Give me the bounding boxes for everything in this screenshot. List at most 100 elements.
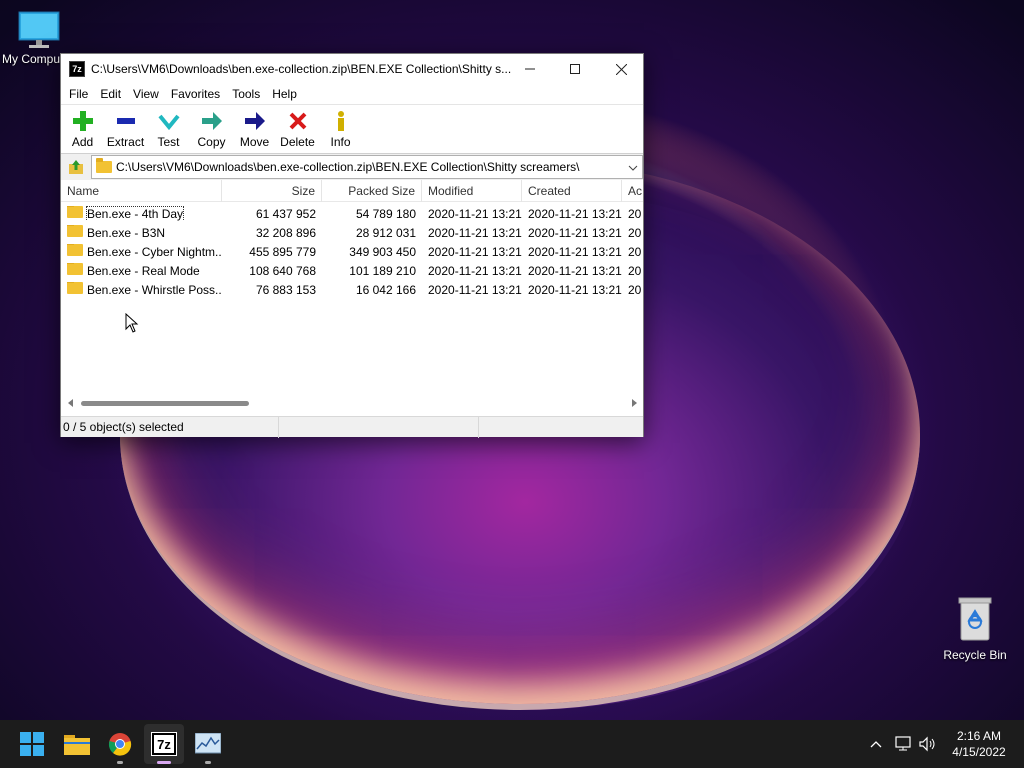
delete-label: Delete	[280, 135, 315, 149]
close-button[interactable]	[598, 54, 644, 84]
menu-tools[interactable]: Tools	[226, 87, 266, 101]
file-modified: 2020-11-21 13:21	[428, 206, 522, 221]
file-modified: 2020-11-21 13:21	[428, 282, 522, 297]
folder-icon	[67, 225, 83, 237]
folder-icon	[67, 282, 83, 294]
my-computer-label: My Computer	[2, 52, 62, 66]
file-packed-size: 28 912 031	[355, 225, 416, 240]
menu-bar: File Edit View Favorites Tools Help	[61, 84, 643, 104]
file-size: 455 895 779	[249, 244, 316, 259]
file-name: Ben.exe - B3N	[87, 226, 166, 240]
file-packed-size: 54 789 180	[355, 206, 416, 221]
taskbar-resource-monitor[interactable]	[188, 724, 228, 764]
chevron-down-icon[interactable]	[628, 163, 638, 173]
file-created: 2020-11-21 13:21	[528, 282, 622, 297]
file-name: Ben.exe - Whirstle Poss...	[87, 283, 222, 297]
seven-zip-window[interactable]: 7z C:\Users\VM6\Downloads\ben.exe-collec…	[60, 53, 644, 438]
address-field[interactable]: C:\Users\VM6\Downloads\ben.exe-collectio…	[91, 155, 643, 179]
scroll-right-icon[interactable]	[629, 398, 639, 408]
file-packed-size: 16 042 166	[355, 282, 416, 297]
close-icon	[615, 63, 627, 75]
test-label: Test	[157, 135, 180, 149]
copy-button[interactable]: Copy	[190, 105, 233, 153]
table-row[interactable]: Ben.exe - B3N 32 208 896 28 912 031 2020…	[61, 223, 643, 242]
file-explorer-icon	[64, 735, 90, 755]
menu-edit[interactable]: Edit	[94, 87, 127, 101]
file-size: 32 208 896	[255, 225, 316, 240]
folder-icon	[67, 263, 83, 275]
recycle-bin-label: Recycle Bin	[943, 648, 1007, 662]
up-folder-button[interactable]	[61, 155, 91, 179]
windows-start-icon	[20, 732, 44, 756]
table-row[interactable]: Ben.exe - Real Mode 108 640 768 101 189 …	[61, 261, 643, 280]
up-folder-icon	[69, 160, 83, 174]
col-modified[interactable]: Modified	[422, 179, 522, 202]
desktop-icon-recycle-bin[interactable]: Recycle Bin	[940, 596, 1010, 662]
taskbar-file-explorer[interactable]	[57, 724, 97, 764]
col-created[interactable]: Created	[522, 179, 622, 202]
toolbar: Add Extract Test Copy Move Delete Info	[61, 104, 643, 154]
minimize-button[interactable]	[507, 54, 553, 84]
delete-icon	[287, 109, 309, 133]
active-indicator	[157, 761, 171, 764]
move-button[interactable]: Move	[233, 105, 276, 153]
file-created: 2020-11-21 13:21	[528, 225, 622, 240]
chevron-up-icon[interactable]	[870, 740, 882, 748]
test-icon	[157, 109, 180, 133]
file-created: 2020-11-21 13:21	[528, 244, 622, 259]
menu-favorites[interactable]: Favorites	[165, 87, 226, 101]
extract-icon	[115, 109, 137, 133]
address-text: C:\Users\VM6\Downloads\ben.exe-collectio…	[116, 160, 580, 174]
col-size[interactable]: Size	[222, 179, 322, 202]
table-row[interactable]: Ben.exe - 4th Day 61 437 952 54 789 180 …	[61, 204, 643, 223]
menu-view[interactable]: View	[127, 87, 165, 101]
running-indicator	[117, 761, 123, 764]
col-packed-size[interactable]: Packed Size	[322, 179, 422, 202]
title-bar[interactable]: 7z C:\Users\VM6\Downloads\ben.exe-collec…	[61, 54, 643, 84]
running-indicator	[205, 761, 211, 764]
file-accessed: 20	[628, 244, 642, 259]
scroll-left-icon[interactable]	[66, 398, 76, 408]
clock-date: 4/15/2022	[952, 745, 1006, 759]
file-size: 108 640 768	[249, 263, 316, 278]
copy-label: Copy	[197, 135, 226, 149]
file-modified: 2020-11-21 13:21	[428, 244, 522, 259]
seven-zip-app-icon: 7z	[69, 61, 85, 77]
file-size: 61 437 952	[255, 206, 316, 221]
menu-file[interactable]: File	[63, 87, 94, 101]
network-icon[interactable]	[894, 736, 912, 752]
copy-icon	[201, 109, 223, 133]
status-bar: 0 / 5 object(s) selected	[61, 416, 643, 438]
clock-time: 2:16 AM	[956, 729, 1002, 743]
address-bar: C:\Users\VM6\Downloads\ben.exe-collectio…	[61, 154, 643, 180]
info-button[interactable]: Info	[319, 105, 362, 153]
maximize-button[interactable]	[552, 54, 598, 84]
volume-icon[interactable]	[919, 736, 937, 752]
folder-icon	[67, 206, 83, 218]
maximize-icon	[570, 64, 580, 74]
move-icon	[244, 109, 266, 133]
col-accessed[interactable]: Ac	[622, 180, 642, 202]
clock[interactable]: 2:16 AM 4/15/2022	[944, 728, 1014, 760]
start-button[interactable]	[12, 724, 52, 764]
file-name: Ben.exe - 4th Day	[85, 206, 185, 221]
table-row[interactable]: Ben.exe - Whirstle Poss... 76 883 153 16…	[61, 280, 643, 299]
chrome-icon	[108, 733, 132, 756]
scrollbar-thumb[interactable]	[81, 401, 249, 406]
resource-monitor-icon	[195, 733, 221, 754]
col-name[interactable]: Name	[61, 179, 222, 202]
taskbar-chrome[interactable]	[100, 724, 140, 764]
add-button[interactable]: Add	[61, 105, 104, 153]
table-row[interactable]: Ben.exe - Cyber Nightm... 455 895 779 34…	[61, 242, 643, 261]
test-button[interactable]: Test	[147, 105, 190, 153]
menu-help[interactable]: Help	[266, 87, 303, 101]
file-name: Ben.exe - Cyber Nightm...	[87, 245, 222, 259]
horizontal-scrollbar[interactable]	[61, 394, 643, 412]
file-accessed: 20	[628, 206, 642, 221]
column-header: Name Size Packed Size Modified Created A…	[61, 179, 643, 202]
minimize-icon	[525, 68, 535, 70]
taskbar-7zip[interactable]: 7z	[144, 724, 184, 764]
file-created: 2020-11-21 13:21	[528, 206, 622, 221]
delete-button[interactable]: Delete	[276, 105, 319, 153]
extract-button[interactable]: Extract	[104, 105, 147, 153]
